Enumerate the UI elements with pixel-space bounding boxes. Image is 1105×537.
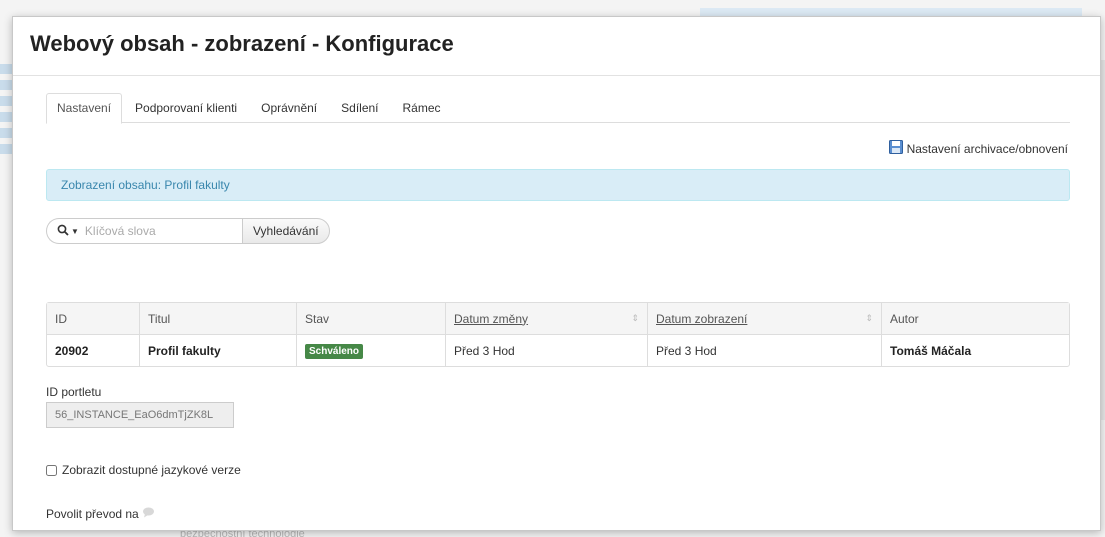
- content-table: ID Titul Stav Datum změny ⇕ Datum zobraz…: [46, 302, 1070, 367]
- search-input[interactable]: [84, 224, 215, 238]
- column-header-display-date[interactable]: Datum zobrazení ⇕: [647, 303, 881, 335]
- cell-id: 20902: [55, 343, 89, 358]
- search-button[interactable]: Vyhledávání: [242, 218, 330, 244]
- language-versions-checkbox[interactable]: [46, 464, 57, 476]
- search-icon[interactable]: [57, 224, 71, 239]
- dialog-divider: [13, 75, 1100, 76]
- language-versions-option[interactable]: Zobrazit dostupné jazykové verze: [46, 463, 241, 477]
- tab-bar: Nastavení Podporovaní klienti Oprávnění …: [46, 93, 1070, 124]
- cell-display-date: Před 3 Hod: [647, 335, 881, 366]
- search-bar: ▼ Vyhledávání: [46, 218, 330, 244]
- tab-supported-clients[interactable]: Podporovaní klienti: [124, 93, 248, 123]
- sort-icon[interactable]: ⇕: [865, 313, 873, 324]
- info-bubble-icon[interactable]: [139, 507, 155, 521]
- tab-permissions[interactable]: Oprávnění: [250, 93, 328, 123]
- status-badge: Schváleno: [305, 343, 364, 359]
- column-header-title: Titul: [139, 303, 296, 335]
- table-header-row: ID Titul Stav Datum změny ⇕ Datum zobraz…: [47, 303, 1069, 335]
- cell-modified: Před 3 Hod: [445, 335, 647, 366]
- table-row[interactable]: 20902 Profil fakulty Schváleno Před 3 Ho…: [47, 335, 1069, 366]
- sort-icon[interactable]: ⇕: [631, 313, 639, 324]
- cell-title[interactable]: Profil fakulty: [139, 335, 296, 366]
- dialog-title: Webový obsah - zobrazení - Konfigurace: [30, 31, 454, 56]
- language-versions-label: Zobrazit dostupné jazykové verze: [62, 463, 241, 477]
- column-header-id: ID: [47, 303, 139, 335]
- search-field-wrapper: ▼: [46, 218, 242, 244]
- archive-settings-link[interactable]: Nastavení archivace/obnovení: [888, 140, 1068, 157]
- column-display-date-label[interactable]: Datum zobrazení: [656, 312, 747, 326]
- info-alert: Zobrazení obsahu: Profil fakulty: [46, 169, 1070, 201]
- cell-status: Schváleno: [296, 335, 445, 366]
- convert-label: Povolit převod na: [46, 507, 139, 521]
- column-header-modified[interactable]: Datum změny ⇕: [445, 303, 647, 335]
- column-modified-label[interactable]: Datum změny: [454, 312, 528, 326]
- tab-frame[interactable]: Rámec: [392, 93, 452, 123]
- chevron-down-icon[interactable]: ▼: [71, 227, 79, 236]
- background-sidebar: [0, 64, 12, 184]
- save-icon: [888, 140, 907, 157]
- portlet-id-label: ID portletu: [46, 385, 102, 399]
- tab-sharing[interactable]: Sdílení: [330, 93, 389, 123]
- portlet-id-field[interactable]: [46, 402, 234, 428]
- config-dialog: Webový obsah - zobrazení - Konfigurace N…: [12, 16, 1101, 531]
- archive-settings-label: Nastavení archivace/obnovení: [906, 141, 1068, 156]
- tab-settings[interactable]: Nastavení: [46, 93, 123, 124]
- column-header-status: Stav: [296, 303, 445, 335]
- convert-option: Povolit převod na: [46, 507, 155, 521]
- column-header-author: Autor: [881, 303, 1069, 335]
- cell-author: Tomáš Máčala: [881, 335, 1069, 366]
